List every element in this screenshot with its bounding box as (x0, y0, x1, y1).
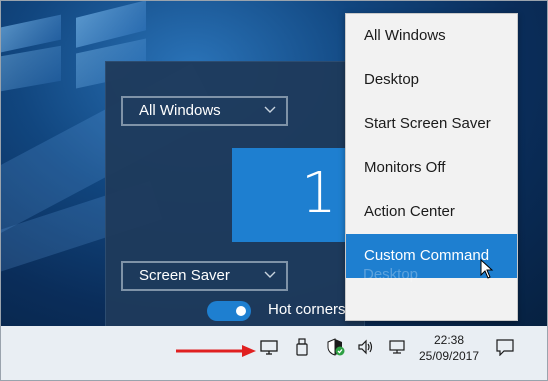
security-shield-icon[interactable] (325, 338, 345, 356)
monitor-icon[interactable] (259, 338, 279, 356)
menu-item-label: Monitors Off (364, 159, 446, 176)
menu-item-monitors-off[interactable]: Monitors Off (346, 146, 517, 190)
menu-item-label: Custom Command (364, 247, 490, 264)
ghost-drag-label: Desktop (363, 266, 419, 283)
chevron-down-icon (264, 106, 276, 113)
volume-icon[interactable] (356, 338, 376, 356)
menu-item-start-screen-saver[interactable]: Start Screen Saver (346, 102, 517, 146)
menu-item-desktop[interactable]: Desktop (346, 58, 517, 102)
monitor-select[interactable]: All Windows (121, 96, 288, 126)
wallpaper-window-pane (1, 45, 61, 92)
screenshot-frame: All Windows 1 Screen Saver Hot corners A… (0, 0, 548, 381)
menu-item-all-windows[interactable]: All Windows (346, 14, 517, 58)
mouse-cursor-icon (480, 259, 494, 279)
clock-date: 25/09/2017 (418, 349, 480, 363)
hot-corners-toggle[interactable] (207, 301, 251, 321)
menu-item-action-center[interactable]: Action Center (346, 190, 517, 234)
notification-icon[interactable] (495, 338, 515, 356)
network-icon[interactable] (388, 338, 408, 356)
clock-time: 22:38 (433, 333, 465, 347)
menu-item-label: All Windows (364, 27, 446, 44)
menu-item-label: Start Screen Saver (364, 115, 491, 132)
action-select[interactable]: Screen Saver (121, 261, 288, 291)
toggle-knob (236, 306, 246, 316)
hot-corners-label: Hot corners (268, 301, 346, 318)
monitor-preview-tile[interactable] (232, 148, 362, 242)
chevron-down-icon (264, 271, 276, 278)
taskbar-clock[interactable]: 22:38 25/09/2017 (414, 332, 484, 364)
menu-item-label: Desktop (364, 71, 420, 88)
monitor-select-value: All Windows (139, 102, 221, 119)
action-select-value: Screen Saver (139, 267, 230, 284)
monitor-number: 1 (301, 161, 337, 226)
annotation-arrow-icon (176, 345, 256, 357)
usb-drive-icon[interactable] (292, 338, 312, 356)
menu-item-label: Action Center (364, 203, 455, 220)
